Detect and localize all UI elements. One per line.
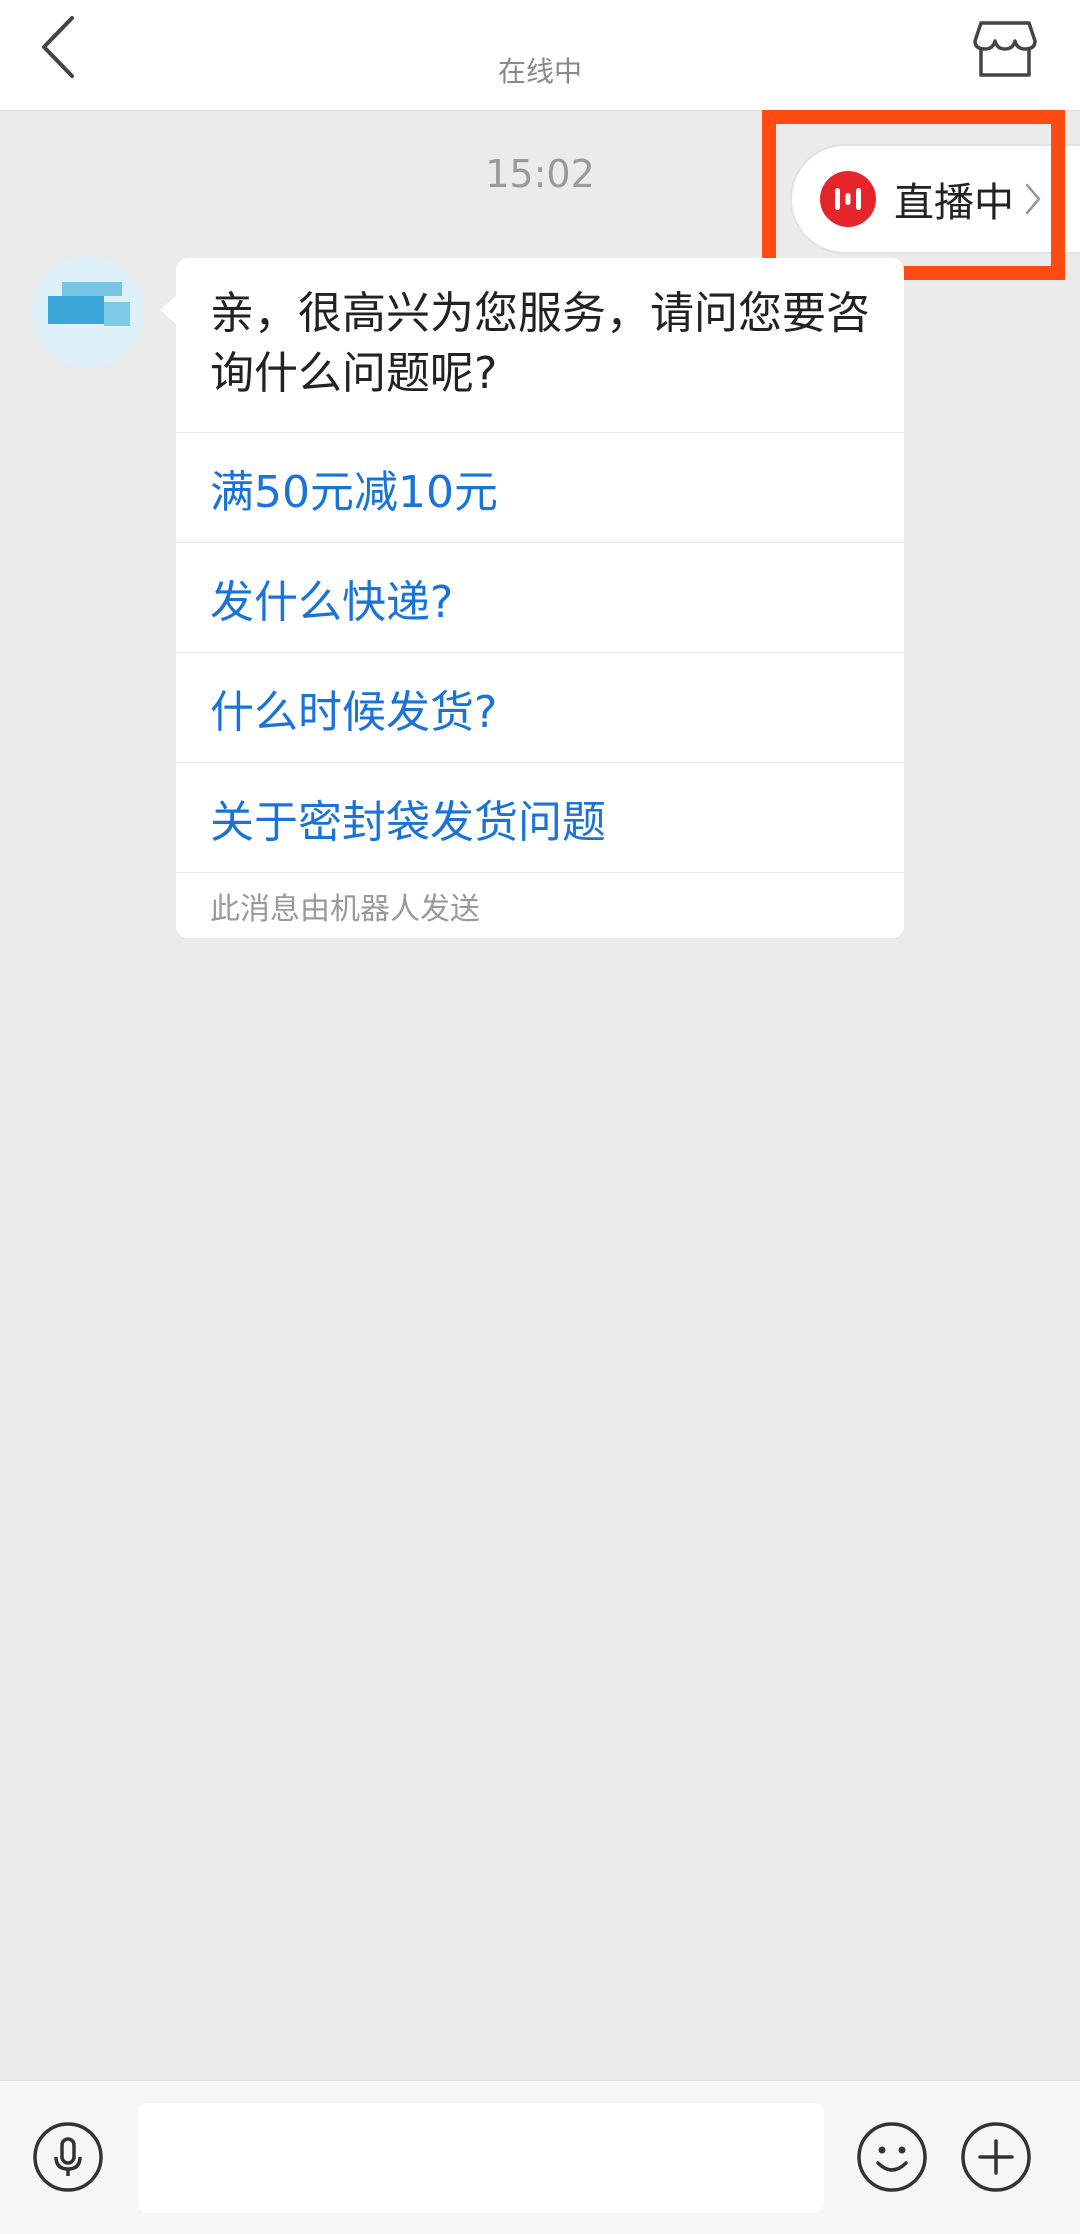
top-bar: 在线中 (0, 0, 1080, 111)
highlight-box (762, 110, 1065, 280)
store-button[interactable] (970, 14, 1040, 84)
more-button[interactable] (960, 2121, 1032, 2193)
bubble-tail (160, 296, 176, 324)
robot-notice: 此消息由机器人发送 (176, 872, 904, 938)
greeting-text: 亲，很高兴为您服务，请问您要咨询什么问题呢? (210, 288, 870, 399)
input-bar (0, 2080, 1080, 2234)
shop-avatar[interactable] (32, 256, 144, 368)
chat-screen: 在线中 15:02 直播中 亲，很高兴为您服务，请问您要咨询什么问题呢? 满50… (0, 0, 1080, 2234)
message-input[interactable] (138, 2103, 824, 2213)
plus-icon (961, 2122, 1031, 2192)
store-icon (973, 21, 1037, 77)
online-status: 在线中 (497, 55, 582, 88)
voice-button[interactable] (32, 2121, 104, 2193)
quick-question-option[interactable]: 发什么快递? (176, 542, 904, 652)
quick-question-option[interactable]: 关于密封袋发货问题 (176, 762, 904, 872)
message-bubble: 亲，很高兴为您服务，请问您要咨询什么问题呢? 满50元减10元 发什么快递? 什… (176, 258, 904, 938)
smiley-icon (857, 2122, 927, 2192)
microphone-icon (33, 2122, 103, 2192)
quick-question-option[interactable]: 什么时候发货? (176, 652, 904, 762)
emoji-button[interactable] (856, 2121, 928, 2193)
quick-question-option[interactable]: 满50元减10元 (176, 432, 904, 542)
